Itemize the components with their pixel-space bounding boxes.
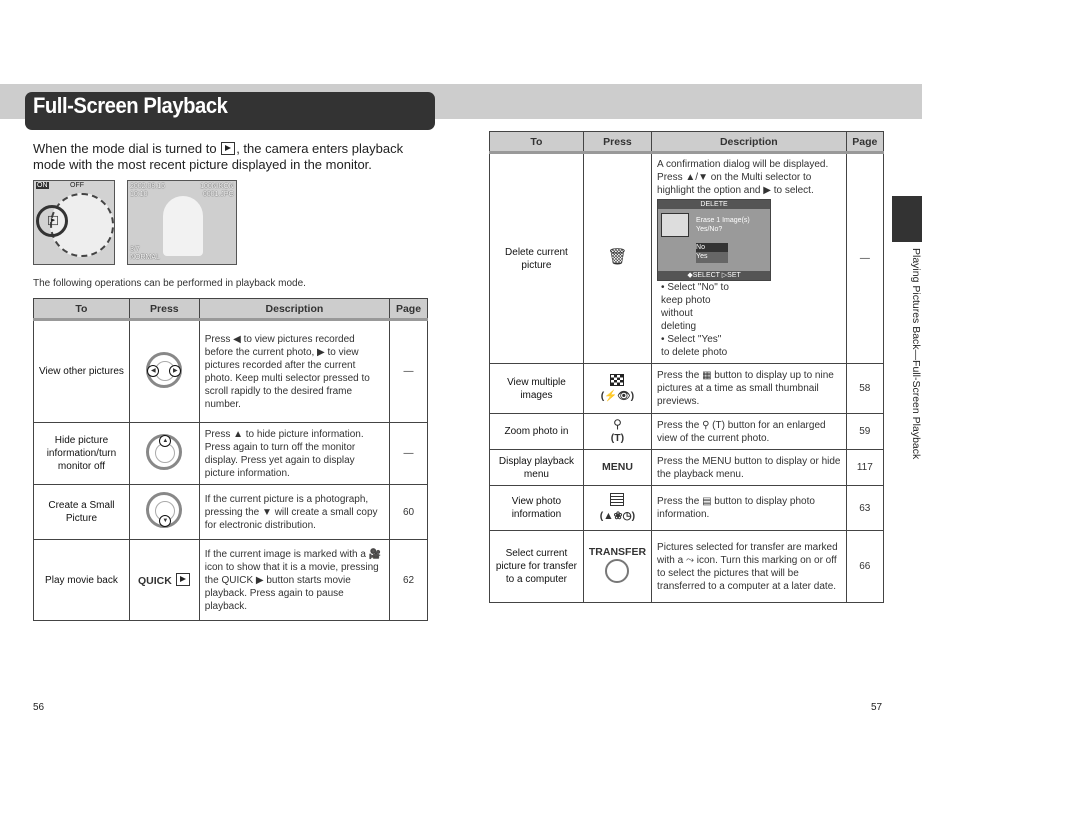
photo-date: 2002.08.15 <box>130 183 166 190</box>
delete-dialog-figure: DELETE Erase 1 Image(s) Yes/No? No Yes ◆S… <box>657 199 772 281</box>
dialog-option-no: No <box>696 243 729 252</box>
table-row: View other pictures ◀ ▶ Press ◀ to view … <box>33 319 428 423</box>
trash-icon: 🗑 <box>607 249 628 266</box>
table-header-row: To Press Description Page <box>489 131 885 154</box>
table-row: Display playback menu MENU Press the MEN… <box>489 449 885 486</box>
bullet-no: • Select "No" to keep photo without dele… <box>661 282 729 332</box>
row-description: Press ▲ to hide picture information. Pre… <box>198 422 391 485</box>
row-page: — <box>845 152 885 364</box>
dialog-footer: ◆SELECT ▷SET <box>658 271 771 280</box>
dial-playback-icon <box>48 215 58 226</box>
table-header-row: To Press Description Page <box>33 298 428 321</box>
row-to: Select current picture for transfer to a… <box>489 530 584 603</box>
photo-time: 10:10 <box>130 191 148 198</box>
row-page: 66 <box>845 530 885 603</box>
tele-label: (T) <box>610 432 625 444</box>
flash-eye-label: (⚡👁) <box>600 390 635 402</box>
dialog-message: Erase 1 Image(s) Yes/No? <box>696 217 750 233</box>
table-row: View photo information (▲❀◷) Press the ▤… <box>489 485 885 531</box>
row-to: Play movie back <box>33 539 130 621</box>
chapter-tab-marker <box>892 196 922 242</box>
dialog-title: DELETE <box>658 200 771 209</box>
col-header-description: Description <box>198 298 391 321</box>
col-header-page: Page <box>845 131 885 154</box>
playback-icon <box>175 572 190 586</box>
info-display-icon <box>610 493 625 506</box>
table-row: Delete current picture 🗑 A confirmation … <box>489 152 885 364</box>
multi-selector-up-icon: ▲ <box>146 433 183 470</box>
operations-table-right: To Press Description Page Delete current… <box>489 131 885 603</box>
row-description: Press ◀ to view pictures recorded before… <box>198 319 391 423</box>
mode-icons-label: (▲❀◷) <box>599 510 636 522</box>
page-number-left: 56 <box>33 702 45 713</box>
intro-paragraph: When the mode dial is turned to , the ca… <box>33 141 433 173</box>
col-header-press: Press <box>128 298 200 321</box>
menu-button-label: MENU <box>602 461 633 473</box>
page-number-right: 57 <box>871 702 883 713</box>
mode-dial-figure: ON OFF <box>33 180 115 265</box>
transfer-button-label: TRANSFER <box>588 546 647 558</box>
dialog-thumbnail <box>661 213 690 237</box>
multi-selector-left-right-icon: ◀ ▶ <box>146 351 183 388</box>
row-description: If the current image is marked with a 🎥 … <box>198 539 391 621</box>
row-page: 59 <box>845 413 885 450</box>
row-page: 62 <box>389 539 428 621</box>
chapter-side-label: Playing Pictures Back—Full-Screen Playba… <box>910 248 922 460</box>
playback-photo-figure: 2002.08.15 10:10 100NIKON 0001.JPG 3/7 NORM… <box>127 180 237 265</box>
row-to: Create a Small Picture <box>33 484 130 540</box>
photo-folder: 100NIKON <box>200 183 234 190</box>
dial-on-label: ON <box>36 182 49 189</box>
row-description: If the current picture is a photograph, … <box>198 484 391 540</box>
multi-selector-down-icon: ▼ <box>146 492 183 528</box>
zoom-icon: ⚲ <box>613 417 622 431</box>
row-to: Display playback menu <box>489 449 584 486</box>
table-row: Hide picture information/turn monitor of… <box>33 422 428 485</box>
row-to: Hide picture information/turn monitor of… <box>33 422 130 485</box>
row-page: — <box>389 319 428 423</box>
photo-file: 0001.JPG <box>202 191 234 198</box>
thumbnail-grid-icon <box>610 374 625 386</box>
table-row: Select current picture for transfer to a… <box>489 530 885 603</box>
row-description: A confirmation dialog will be displayed.… <box>657 159 829 196</box>
row-page: — <box>389 422 428 485</box>
row-page: 117 <box>845 449 885 486</box>
playback-icon <box>221 142 236 155</box>
row-to: View multiple images <box>489 363 584 414</box>
row-page: 58 <box>845 363 885 414</box>
col-header-to: To <box>489 131 584 154</box>
table-row: View multiple images (⚡👁) Press the ▦ bu… <box>489 363 885 414</box>
operations-intro: The following operations can be performe… <box>33 278 306 289</box>
row-description: Press the ▤ button to display photo info… <box>651 485 847 531</box>
row-description: Press the ▦ button to display up to nine… <box>651 363 847 414</box>
page-title: Full-Screen Playback <box>33 93 228 118</box>
photo-frames: 3/7 <box>130 246 140 253</box>
section-title-box: Full-Screen Playback <box>25 92 435 130</box>
row-page: 63 <box>845 485 885 531</box>
photo-subject <box>163 196 203 256</box>
photo-quality: NORMAL <box>130 254 160 261</box>
quick-button-label: QUICK <box>138 574 172 587</box>
col-header-to: To <box>33 298 130 321</box>
col-header-press: Press <box>582 131 653 154</box>
row-to: Zoom photo in <box>489 413 584 450</box>
row-description: Press the ⚲ (T) button for an enlarged v… <box>651 413 847 450</box>
table-row: Create a Small Picture ▼ If the current … <box>33 484 428 540</box>
transfer-button-icon <box>605 559 630 583</box>
intro-text-before: When the mode dial is turned to <box>33 141 217 156</box>
table-row: Zoom photo in ⚲ (T) Press the ⚲ (T) butt… <box>489 413 885 450</box>
table-row: Play movie back QUICK If the current ima… <box>33 539 428 621</box>
operations-table-left: To Press Description Page View other pic… <box>33 298 428 621</box>
row-to: View photo information <box>489 485 584 531</box>
row-description: Press the MENU button to display or hide… <box>651 449 847 486</box>
row-to: Delete current picture <box>489 152 584 364</box>
row-to: View other pictures <box>33 319 130 423</box>
col-header-description: Description <box>651 131 847 154</box>
col-header-page: Page <box>389 298 428 321</box>
bullet-yes: • Select "Yes" to delete photo <box>661 334 728 358</box>
row-description: Pictures selected for transfer are marke… <box>651 530 847 603</box>
dialog-option-yes: Yes <box>696 253 708 260</box>
row-page: 60 <box>389 484 428 540</box>
dial-off-label: OFF <box>70 182 84 189</box>
